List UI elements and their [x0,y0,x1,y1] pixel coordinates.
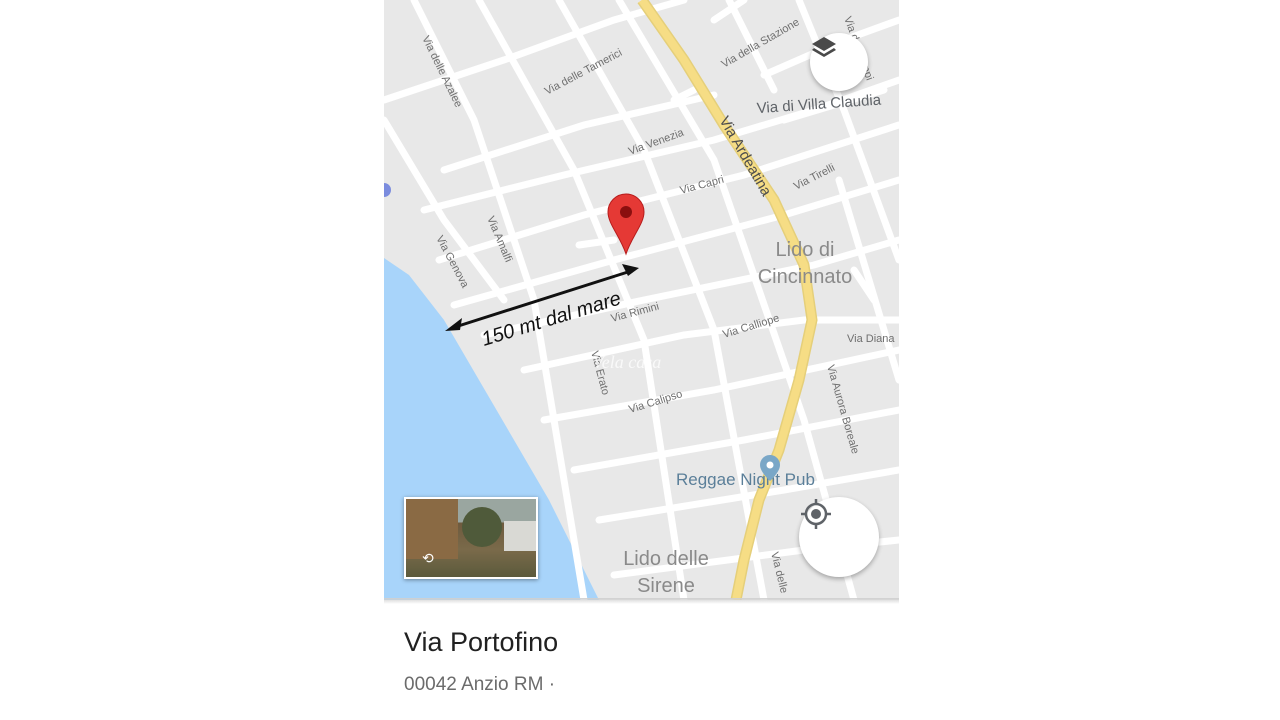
phone-screen: Via delle Azalee Via delle Tamerici Via … [384,0,899,720]
layers-button[interactable] [810,33,868,91]
rotate-360-icon: ⟲ [422,550,434,566]
area-label-lido-sirene-2: Sirene [637,575,695,597]
place-title: Via Portofino [404,627,559,657]
my-location-button[interactable] [799,497,879,577]
area-label-lido-sirene-1: Lido delle [623,548,709,570]
area-label-lido-cincinnato-2: Cincinnato [758,266,853,288]
watermark-logo: Vela casa [593,352,661,372]
street-view-thumbnail[interactable]: ⟲ [404,497,538,579]
street-view-house [504,521,536,551]
map-view[interactable]: Via delle Azalee Via delle Tamerici Via … [384,0,899,600]
street-label-diana: Via Diana [847,333,895,345]
area-label-lido-cincinnato-1: Lido di [776,239,835,261]
place-address: 00042 Anzio RM · [404,674,556,695]
poi-label-reggae-pub[interactable]: Reggae Night Pub [676,470,815,489]
street-view-tree [462,507,502,547]
map-divider [384,598,899,604]
